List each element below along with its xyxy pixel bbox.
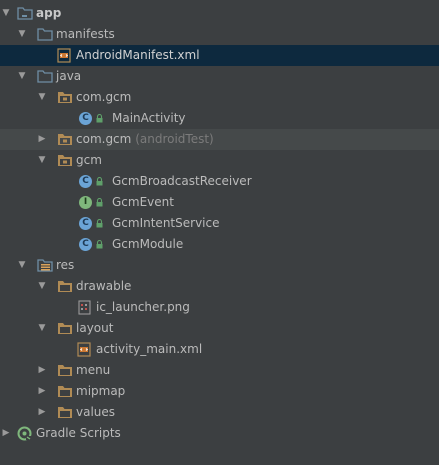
tree-node-app[interactable]: ▼ app — [0, 3, 439, 24]
tree-node-android-manifest[interactable]: AndroidManifest.xml — [0, 45, 439, 66]
module-folder-icon — [17, 7, 33, 20]
folder-icon — [58, 281, 72, 292]
gcm-intent-service-label: GcmIntentService — [112, 216, 220, 230]
gcm-module-label: GcmModule — [112, 237, 184, 251]
expand-arrow-icon[interactable]: ▼ — [36, 276, 48, 297]
xml-file-icon — [77, 342, 91, 357]
xml-file-icon — [57, 48, 71, 63]
gcm-event-label: GcmEvent — [112, 195, 174, 209]
app-label: app — [36, 6, 62, 20]
class-badge-letter: C — [82, 239, 89, 249]
drawable-label: drawable — [76, 279, 132, 293]
expand-arrow-icon[interactable]: ▼ — [0, 3, 12, 24]
lock-icon — [96, 177, 103, 186]
gcm-label: gcm — [76, 153, 102, 167]
res-label: res — [56, 258, 75, 272]
tree-node-ic-launcher[interactable]: ic_launcher.png — [0, 297, 439, 318]
lock-icon — [96, 219, 103, 228]
gradle-icon — [17, 426, 32, 441]
tree-node-manifests[interactable]: ▼ manifests — [0, 24, 439, 45]
android-manifest-label: AndroidManifest.xml — [76, 48, 200, 62]
com-gcm-label: com.gcm — [76, 90, 132, 104]
expand-arrow-icon[interactable]: ▼ — [16, 255, 28, 276]
expand-arrow-icon[interactable]: ▼ — [16, 24, 28, 45]
tree-node-drawable[interactable]: ▼ drawable — [0, 276, 439, 297]
tree-node-gcm-broadcast-receiver[interactable]: C GcmBroadcastReceiver — [0, 171, 439, 192]
java-label: java — [56, 69, 82, 83]
source-set-suffix: (androidTest) — [135, 132, 214, 146]
expand-arrow-icon[interactable]: ▼ — [36, 318, 48, 339]
values-label: values — [76, 405, 116, 419]
lock-icon — [96, 240, 103, 249]
gcm-broadcast-receiver-label: GcmBroadcastReceiver — [112, 174, 252, 188]
res-folder-icon — [37, 259, 53, 272]
tree-node-values[interactable]: ▶ values — [0, 402, 439, 423]
menu-label: menu — [76, 363, 111, 377]
class-badge-letter: C — [82, 218, 89, 228]
tree-node-com-gcm[interactable]: ▼ com.gcm — [0, 87, 439, 108]
mipmap-label: mipmap — [76, 384, 126, 398]
tree-node-gcm[interactable]: ▼ gcm — [0, 150, 439, 171]
collapse-arrow-icon[interactable]: ▶ — [36, 129, 48, 150]
image-file-icon — [78, 300, 91, 315]
tree-node-res[interactable]: ▼ res — [0, 255, 439, 276]
tree-node-activity-main[interactable]: activity_main.xml — [0, 339, 439, 360]
tree-node-layout[interactable]: ▼ layout — [0, 318, 439, 339]
expand-arrow-icon[interactable]: ▼ — [36, 87, 48, 108]
tree-node-gcm-event[interactable]: I GcmEvent — [0, 192, 439, 213]
folder-icon — [58, 323, 72, 334]
tree-node-gcm-module[interactable]: C GcmModule — [0, 234, 439, 255]
tree-node-gcm-intent-service[interactable]: C GcmIntentService — [0, 213, 439, 234]
class-badge-letter: C — [82, 176, 89, 186]
com-gcm-test-label: com.gcm (androidTest) — [76, 129, 214, 150]
collapse-arrow-icon[interactable]: ▶ — [36, 402, 48, 423]
manifests-label: manifests — [56, 27, 115, 41]
folder-icon — [37, 70, 53, 83]
folder-icon — [58, 365, 72, 376]
tree-node-main-activity[interactable]: C MainActivity — [0, 108, 439, 129]
tree-node-mipmap[interactable]: ▶ mipmap — [0, 381, 439, 402]
ic-launcher-label: ic_launcher.png — [96, 300, 190, 314]
tree-node-menu[interactable]: ▶ menu — [0, 360, 439, 381]
package-icon — [58, 92, 72, 103]
tree-node-java[interactable]: ▼ java — [0, 66, 439, 87]
class-badge-letter: C — [82, 113, 89, 123]
lock-icon — [96, 198, 103, 207]
activity-main-label: activity_main.xml — [96, 342, 203, 356]
collapse-arrow-icon[interactable]: ▶ — [0, 423, 12, 444]
collapse-arrow-icon[interactable]: ▶ — [36, 381, 48, 402]
package-icon — [58, 134, 72, 145]
folder-icon — [58, 407, 72, 418]
tree-node-com-gcm-android-test[interactable]: ▶ com.gcm (androidTest) — [0, 129, 439, 150]
collapse-arrow-icon[interactable]: ▶ — [36, 360, 48, 381]
main-activity-label: MainActivity — [112, 111, 186, 125]
tree-node-gradle-scripts[interactable]: ▶ Gradle Scripts — [0, 423, 439, 444]
folder-icon — [58, 386, 72, 397]
interface-badge-letter: I — [83, 197, 88, 207]
expand-arrow-icon[interactable]: ▼ — [36, 150, 48, 171]
expand-arrow-icon[interactable]: ▼ — [16, 66, 28, 87]
project-tree: ▼ app ▼ manifests AndroidManifest.xml ▼ … — [0, 0, 439, 465]
folder-icon — [37, 28, 53, 41]
gradle-scripts-label: Gradle Scripts — [36, 426, 121, 440]
layout-label: layout — [76, 321, 114, 335]
package-icon — [58, 155, 72, 166]
package-name: com.gcm — [76, 132, 132, 146]
lock-icon — [96, 114, 103, 123]
